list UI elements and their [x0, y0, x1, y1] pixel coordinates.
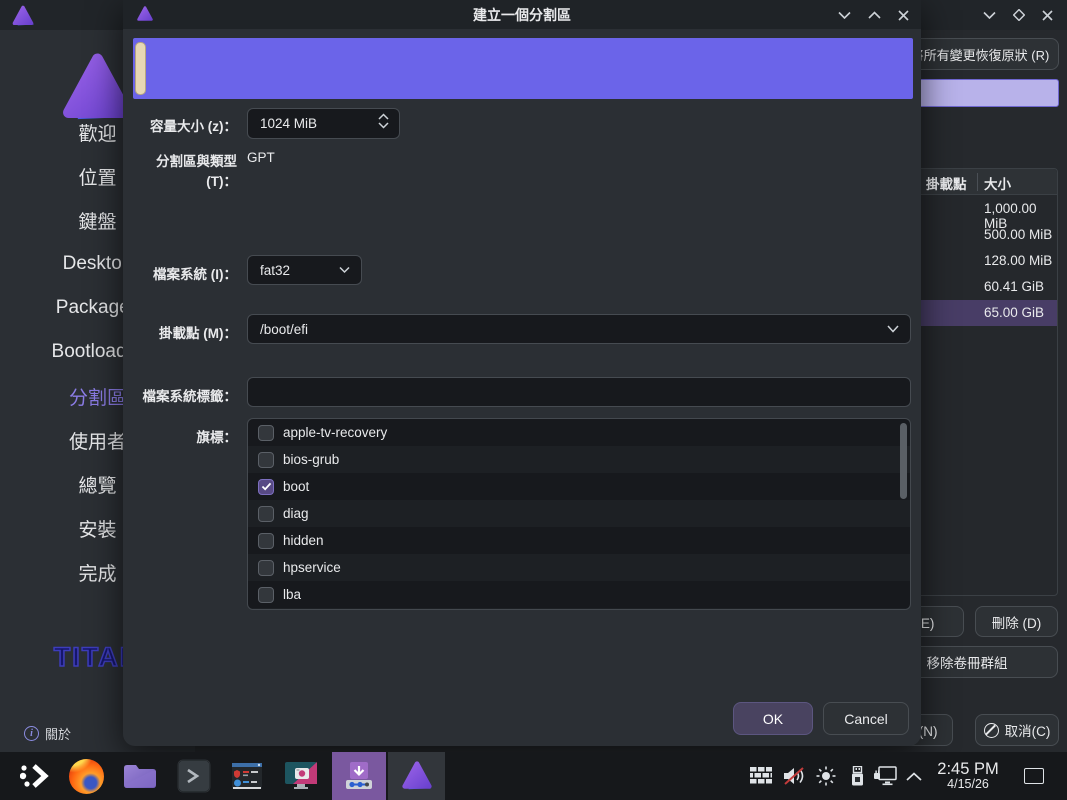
installer-cancel-button[interactable]: 取消(C) — [975, 714, 1059, 746]
minimize-icon[interactable] — [838, 11, 851, 19]
partition-type-label: 分割區與類型 (T)： — [123, 150, 237, 190]
about-label: 關於 — [45, 724, 71, 743]
partition-type-value: GPT — [247, 150, 275, 165]
mountpoint-label: 掛載點 (M)： — [123, 322, 237, 342]
spin-down-icon — [378, 122, 389, 129]
info-icon: i — [24, 726, 39, 741]
maximize-icon[interactable] — [1013, 9, 1025, 21]
media-app-taskbar-button[interactable] — [279, 752, 323, 800]
size-label: 容量大小 (z)： — [123, 115, 237, 135]
distro-logo-icon — [11, 4, 35, 28]
dialog-window-controls — [838, 0, 909, 30]
spin-up-icon — [378, 113, 389, 120]
terminal-icon — [177, 759, 211, 793]
flag-row[interactable]: hidden — [248, 527, 910, 554]
flag-row[interactable]: diag — [248, 500, 910, 527]
app-launcher-button[interactable] — [14, 752, 58, 800]
taskbar: 2:45 PM 4/15/26 — [0, 752, 1067, 800]
close-icon[interactable] — [1042, 10, 1053, 21]
screen-capture-icon — [283, 760, 319, 792]
prohibit-icon — [984, 723, 999, 738]
usb-writer-icon — [344, 761, 374, 791]
fs-label-input[interactable] — [247, 377, 911, 407]
flags-label: 旗標： — [123, 426, 237, 446]
flags-list[interactable]: apple-tv-recovery bios-grub boot diag hi… — [247, 418, 911, 610]
main-window-controls — [983, 0, 1053, 30]
clock-date: 4/15/26 — [947, 778, 989, 792]
checkbox[interactable] — [258, 452, 274, 468]
clock-time: 2:45 PM — [937, 760, 998, 778]
checkbox[interactable] — [258, 560, 274, 576]
mountpoint-combobox[interactable]: /boot/efi — [247, 314, 911, 344]
spinbox-arrows[interactable] — [378, 113, 389, 129]
ok-button[interactable]: OK — [733, 702, 813, 735]
clock[interactable]: 2:45 PM 4/15/26 — [928, 752, 1008, 800]
chevron-down-icon — [339, 267, 350, 274]
system-settings-taskbar-button[interactable] — [225, 752, 269, 800]
flag-row[interactable]: apple-tv-recovery — [248, 419, 910, 446]
size-spinbox[interactable]: 1024 MiB — [247, 108, 400, 139]
cancel-button[interactable]: Cancel — [823, 702, 909, 735]
flag-row[interactable]: bios-grub — [248, 446, 910, 473]
brightness-tray-icon[interactable] — [813, 752, 839, 800]
partition-resize-handle[interactable] — [135, 42, 146, 95]
flag-row[interactable]: boot — [248, 473, 910, 500]
system-app-icon — [230, 761, 264, 791]
flag-row[interactable] — [248, 608, 910, 610]
close-icon[interactable] — [898, 10, 909, 21]
minimize-icon[interactable] — [983, 11, 996, 19]
firewall-tray-icon[interactable] — [748, 752, 774, 800]
dialog-titlebar[interactable]: 建立一個分割區 — [123, 0, 921, 29]
scrollbar-thumb[interactable] — [900, 423, 907, 499]
terminal-taskbar-button[interactable] — [172, 752, 216, 800]
filesystem-label: 檔案系統 (I)： — [123, 263, 237, 283]
folder-icon — [122, 761, 158, 791]
show-desktop-button[interactable] — [1024, 768, 1044, 784]
fs-label-label: 檔案系統標籤： — [123, 385, 237, 405]
checkbox[interactable] — [258, 533, 274, 549]
network-display-tray-icon[interactable] — [872, 752, 898, 800]
firefox-icon — [69, 759, 104, 794]
revert-all-changes-button[interactable]: 將所有變更恢復原狀 (R) — [901, 38, 1059, 70]
column-divider — [977, 173, 978, 191]
checkbox[interactable] — [258, 587, 274, 603]
delete-partition-button[interactable]: 刪除 (D) — [975, 606, 1058, 637]
column-header-size[interactable]: 大小 — [984, 173, 1011, 193]
create-partition-dialog: 建立一個分割區 容量大小 (z)： 1024 MiB 分割區與類型 (T)： G… — [123, 0, 921, 746]
tray-expand-button[interactable] — [901, 752, 927, 800]
file-manager-taskbar-button[interactable] — [118, 752, 162, 800]
installer-taskbar-button[interactable] — [388, 752, 445, 800]
installer-triangle-icon — [399, 759, 435, 793]
chevron-down-icon — [887, 325, 899, 333]
filesystem-select[interactable]: fat32 — [247, 255, 362, 285]
about-button[interactable]: i 關於 — [24, 718, 71, 748]
dialog-title: 建立一個分割區 — [123, 5, 921, 25]
flag-row[interactable]: hpservice — [248, 554, 910, 581]
new-partition-size-bar[interactable] — [133, 38, 913, 99]
launcher-icon — [20, 762, 52, 790]
restore-icon[interactable] — [868, 11, 881, 19]
removable-device-tray-icon[interactable] — [844, 752, 870, 800]
column-header-mountpoint[interactable]: 掛載點 — [926, 173, 967, 193]
firefox-taskbar-button[interactable] — [64, 752, 108, 800]
checkbox[interactable] — [258, 506, 274, 522]
flag-row[interactable]: lba — [248, 581, 910, 608]
checkbox[interactable] — [258, 425, 274, 441]
usb-writer-taskbar-button[interactable] — [332, 752, 386, 800]
volume-muted-tray-icon[interactable] — [781, 752, 807, 800]
checkbox[interactable] — [258, 479, 274, 495]
